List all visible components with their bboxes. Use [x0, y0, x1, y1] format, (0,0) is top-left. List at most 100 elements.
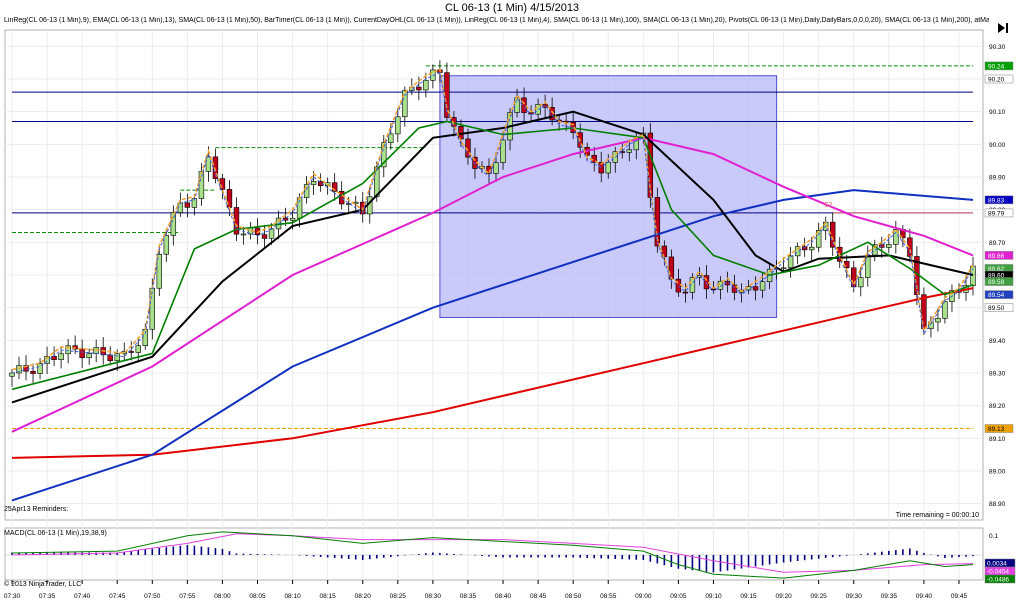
price-flag: [984, 424, 1014, 433]
candle-down: [444, 72, 450, 118]
macd-panel: [5, 531, 983, 579]
price-flag: [984, 264, 1014, 273]
x-tick-label: 08:15: [320, 593, 337, 600]
candle-down: [731, 284, 738, 293]
candle-up: [935, 317, 941, 323]
x-tick-label: 09:40: [916, 593, 933, 600]
candle-down: [598, 162, 604, 174]
candle-up: [93, 347, 99, 354]
candle-up: [963, 285, 969, 293]
candle-up: [409, 86, 415, 91]
reminders-label: 25Apr13 Reminders:: [4, 506, 68, 513]
price-flag-label: 89.60: [988, 273, 1005, 280]
candle-down: [844, 260, 850, 269]
x-tick-label: 09:25: [811, 593, 828, 600]
y-tick-label: 89.90: [989, 175, 1006, 182]
candle-down: [465, 138, 471, 158]
candles: [9, 60, 976, 387]
candle-up: [205, 156, 212, 172]
candle-down: [72, 345, 78, 350]
candle-down: [486, 165, 492, 174]
candle-up: [86, 353, 92, 359]
y-tick-label: 90.10: [989, 109, 1006, 116]
candle-up: [514, 97, 520, 113]
sma20-line: [11, 110, 974, 404]
candle-down: [317, 181, 324, 187]
candle-up: [949, 290, 955, 302]
x-tick-label: 08:10: [284, 593, 301, 600]
candle-down: [100, 347, 106, 356]
price-flag: [984, 195, 1014, 205]
x-tick-label: 08:05: [249, 593, 266, 600]
x-tick-label: 09:10: [705, 593, 722, 600]
candle-up: [633, 137, 639, 151]
y-tick-label: 89.70: [989, 240, 1006, 247]
candle-down: [282, 217, 289, 221]
moving-averages: [11, 68, 974, 502]
candle-up: [353, 201, 359, 204]
x-tick-label: 09:15: [740, 593, 757, 600]
candle-up: [738, 289, 745, 293]
candle-up: [142, 328, 148, 347]
x-tick-label: 09:35: [881, 593, 898, 600]
price-chart[interactable]: 88.90 89.00 89.10 89.20 89.30 89.40 89.50 89.60…: [0, 0, 1024, 616]
candle-up: [858, 277, 864, 288]
candle-down: [563, 120, 569, 123]
candle-down: [724, 280, 731, 286]
candle-down: [921, 294, 927, 329]
candle-down: [907, 237, 913, 257]
linreg9-line: [11, 71, 974, 374]
candle-up: [44, 356, 50, 364]
sma200-line: [11, 287, 974, 459]
candle-down: [542, 104, 548, 108]
candle-up: [745, 286, 752, 291]
x-tick-label: 09:30: [846, 593, 863, 600]
candle-up: [16, 365, 22, 374]
price-flag-label: 89.62: [988, 266, 1005, 273]
candle-up: [247, 227, 254, 235]
candle-down: [416, 86, 422, 91]
candle-up: [865, 254, 871, 278]
candle-up: [605, 162, 611, 174]
candle-down: [675, 278, 682, 293]
x-tick-label: 09:45: [951, 593, 968, 600]
candle-up: [928, 321, 934, 329]
price-flag-label: 89.79: [988, 210, 1005, 217]
macd-label: MACD(CL 06-13 (1 Min),19,38,9): [4, 530, 107, 537]
y-tick-label: 89.30: [989, 371, 1006, 378]
play-end-icon[interactable]: [996, 22, 1010, 34]
candle-down: [472, 156, 478, 169]
pivot-lines: [12, 65, 973, 430]
x-tick-label: 09:20: [775, 593, 792, 600]
candle-down: [528, 112, 534, 115]
candle-up: [640, 132, 647, 139]
candle-down: [570, 121, 576, 133]
candle-up: [289, 217, 296, 221]
macd-y-tick-label: 0.1: [989, 533, 998, 540]
candle-up: [303, 184, 310, 199]
candle-down: [549, 107, 555, 121]
candle-up: [794, 246, 801, 257]
macd-flag-label: -0.0454: [987, 569, 1009, 576]
candle-down: [584, 147, 590, 156]
candle-up: [163, 235, 170, 255]
candle-down: [647, 132, 654, 198]
candle-up: [310, 181, 317, 185]
candle-up: [9, 372, 15, 377]
y-tick-label: 89.00: [989, 469, 1006, 476]
candle-up: [240, 233, 247, 236]
time-remaining-label: Time remaining = 00:00:10: [896, 512, 979, 519]
candle-up: [268, 228, 275, 239]
price-flag-label: 89.54: [988, 292, 1005, 299]
y-tick-label: 90.20: [989, 77, 1006, 84]
y-tick-label: 88.90: [989, 501, 1006, 508]
price-flag: [984, 251, 1014, 260]
x-tick-label: 07:35: [39, 593, 56, 600]
candle-down: [830, 221, 836, 248]
candle-down: [458, 126, 464, 140]
candle-up: [374, 166, 380, 198]
axes: 88.90 89.00 89.10 89.20 89.30 89.40 89.50 89.60…: [4, 44, 1016, 600]
price-flag: [984, 303, 1014, 312]
candle-up: [689, 276, 696, 293]
linreg4-line: [11, 68, 974, 371]
